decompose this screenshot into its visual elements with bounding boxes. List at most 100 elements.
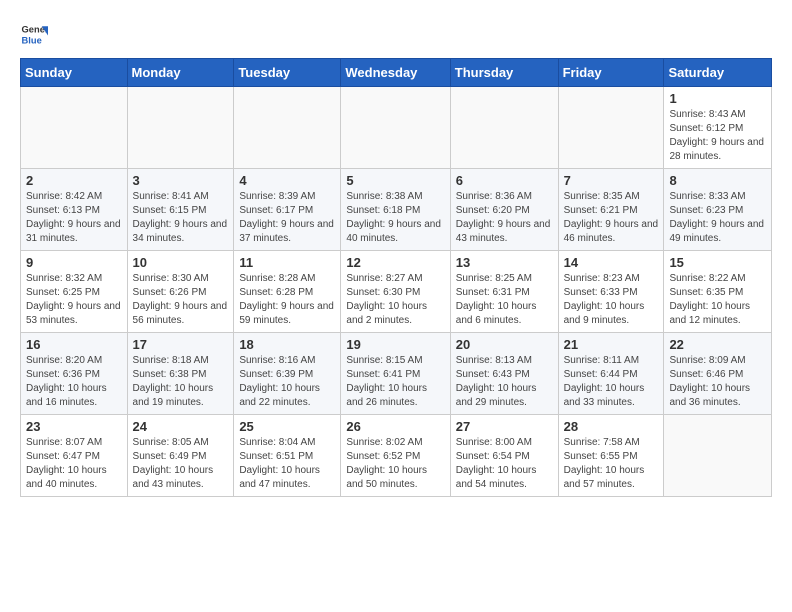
logo: General Blue	[20, 20, 52, 48]
day-info: Sunrise: 8:23 AM Sunset: 6:33 PM Dayligh…	[564, 272, 659, 328]
page-header: General Blue	[20, 20, 772, 48]
day-number: 13	[456, 255, 553, 270]
day-number: 12	[346, 255, 444, 270]
day-cell: 15 Sunrise: 8:22 AM Sunset: 6:35 PM Dayli…	[664, 251, 772, 333]
day-number: 9	[26, 255, 122, 270]
day-cell: 2 Sunrise: 8:42 AM Sunset: 6:13 PM Daylig…	[21, 169, 128, 251]
day-number: 10	[133, 255, 229, 270]
day-info: Sunrise: 8:36 AM Sunset: 6:20 PM Dayligh…	[456, 190, 553, 246]
day-info: Sunrise: 8:33 AM Sunset: 6:23 PM Dayligh…	[669, 190, 766, 246]
day-cell: 24 Sunrise: 8:05 AM Sunset: 6:49 PM Dayli…	[127, 415, 234, 497]
day-cell: 13Sunrise: 8:25 AM Sunset: 6:31 PM Dayli…	[450, 251, 558, 333]
day-info: Sunrise: 8:30 AM Sunset: 6:26 PM Dayligh…	[133, 272, 229, 328]
day-cell: 1 Sunrise: 8:43 AM Sunset: 6:12 PM Daylig…	[664, 87, 772, 169]
day-info: Sunrise: 8:09 AM Sunset: 6:46 PM Dayligh…	[669, 354, 766, 410]
day-info: Sunrise: 8:32 AM Sunset: 6:25 PM Dayligh…	[26, 272, 122, 328]
day-cell: 3 Sunrise: 8:41 AM Sunset: 6:15 PM Daylig…	[127, 169, 234, 251]
day-number: 1	[669, 91, 766, 106]
day-cell: 5 Sunrise: 8:38 AM Sunset: 6:18 PM Daylig…	[341, 169, 450, 251]
day-number: 11	[239, 255, 335, 270]
day-cell	[558, 87, 664, 169]
day-number: 18	[239, 337, 335, 352]
day-number: 17	[133, 337, 229, 352]
day-cell: 27 Sunrise: 8:00 AM Sunset: 6:54 PM Dayli…	[450, 415, 558, 497]
day-number: 19	[346, 337, 444, 352]
header-day-thursday: Thursday	[450, 59, 558, 87]
day-info: Sunrise: 8:20 AM Sunset: 6:36 PM Dayligh…	[26, 354, 122, 410]
day-number: 4	[239, 173, 335, 188]
day-number: 26	[346, 419, 444, 434]
day-number: 7	[564, 173, 659, 188]
day-number: 28	[564, 419, 659, 434]
day-cell: 11 Sunrise: 8:28 AM Sunset: 6:28 PM Dayli…	[234, 251, 341, 333]
day-number: 3	[133, 173, 229, 188]
day-info: Sunrise: 8:22 AM Sunset: 6:35 PM Dayligh…	[669, 272, 766, 328]
header-day-wednesday: Wednesday	[341, 59, 450, 87]
week-row-1: 2 Sunrise: 8:42 AM Sunset: 6:13 PM Daylig…	[21, 169, 772, 251]
day-number: 16	[26, 337, 122, 352]
calendar-table: SundayMondayTuesdayWednesdayThursdayFrid…	[20, 58, 772, 497]
day-info: Sunrise: 8:16 AM Sunset: 6:39 PM Dayligh…	[239, 354, 335, 410]
day-number: 15	[669, 255, 766, 270]
day-cell: 4 Sunrise: 8:39 AM Sunset: 6:17 PM Daylig…	[234, 169, 341, 251]
day-cell: 6 Sunrise: 8:36 AM Sunset: 6:20 PM Daylig…	[450, 169, 558, 251]
day-info: Sunrise: 8:41 AM Sunset: 6:15 PM Dayligh…	[133, 190, 229, 246]
day-cell: 12 Sunrise: 8:27 AM Sunset: 6:30 PM Dayli…	[341, 251, 450, 333]
day-info: Sunrise: 8:35 AM Sunset: 6:21 PM Dayligh…	[564, 190, 659, 246]
week-row-4: 23Sunrise: 8:07 AM Sunset: 6:47 PM Dayli…	[21, 415, 772, 497]
day-number: 14	[564, 255, 659, 270]
day-cell: 20 Sunrise: 8:13 AM Sunset: 6:43 PM Dayli…	[450, 333, 558, 415]
day-number: 25	[239, 419, 335, 434]
logo-icon: General Blue	[20, 20, 48, 48]
day-number: 6	[456, 173, 553, 188]
svg-text:Blue: Blue	[22, 35, 42, 45]
day-cell: 7 Sunrise: 8:35 AM Sunset: 6:21 PM Daylig…	[558, 169, 664, 251]
day-number: 27	[456, 419, 553, 434]
day-info: Sunrise: 8:05 AM Sunset: 6:49 PM Dayligh…	[133, 436, 229, 492]
day-cell: 10 Sunrise: 8:30 AM Sunset: 6:26 PM Dayli…	[127, 251, 234, 333]
day-number: 8	[669, 173, 766, 188]
day-cell	[664, 415, 772, 497]
day-info: Sunrise: 8:04 AM Sunset: 6:51 PM Dayligh…	[239, 436, 335, 492]
day-number: 22	[669, 337, 766, 352]
day-cell: 18 Sunrise: 8:16 AM Sunset: 6:39 PM Dayli…	[234, 333, 341, 415]
week-row-3: 16 Sunrise: 8:20 AM Sunset: 6:36 PM Dayli…	[21, 333, 772, 415]
header-day-sunday: Sunday	[21, 59, 128, 87]
day-number: 21	[564, 337, 659, 352]
day-info: Sunrise: 8:39 AM Sunset: 6:17 PM Dayligh…	[239, 190, 335, 246]
day-info: Sunrise: 8:43 AM Sunset: 6:12 PM Dayligh…	[669, 108, 766, 164]
day-cell: 8 Sunrise: 8:33 AM Sunset: 6:23 PM Daylig…	[664, 169, 772, 251]
week-row-0: 1 Sunrise: 8:43 AM Sunset: 6:12 PM Daylig…	[21, 87, 772, 169]
day-cell: 28 Sunrise: 7:58 AM Sunset: 6:55 PM Dayli…	[558, 415, 664, 497]
day-info: Sunrise: 8:15 AM Sunset: 6:41 PM Dayligh…	[346, 354, 444, 410]
day-cell: 19 Sunrise: 8:15 AM Sunset: 6:41 PM Dayli…	[341, 333, 450, 415]
day-info: Sunrise: 8:18 AM Sunset: 6:38 PM Dayligh…	[133, 354, 229, 410]
day-cell	[127, 87, 234, 169]
day-info: Sunrise: 8:11 AM Sunset: 6:44 PM Dayligh…	[564, 354, 659, 410]
day-number: 20	[456, 337, 553, 352]
day-info: Sunrise: 8:38 AM Sunset: 6:18 PM Dayligh…	[346, 190, 444, 246]
day-cell: 23Sunrise: 8:07 AM Sunset: 6:47 PM Dayli…	[21, 415, 128, 497]
day-cell: 16 Sunrise: 8:20 AM Sunset: 6:36 PM Dayli…	[21, 333, 128, 415]
day-info: Sunrise: 8:42 AM Sunset: 6:13 PM Dayligh…	[26, 190, 122, 246]
header-row: SundayMondayTuesdayWednesdayThursdayFrid…	[21, 59, 772, 87]
day-info: Sunrise: 7:58 AM Sunset: 6:55 PM Dayligh…	[564, 436, 659, 492]
day-number: 24	[133, 419, 229, 434]
day-cell: 26 Sunrise: 8:02 AM Sunset: 6:52 PM Dayli…	[341, 415, 450, 497]
day-cell	[450, 87, 558, 169]
day-cell	[21, 87, 128, 169]
day-info: Sunrise: 8:28 AM Sunset: 6:28 PM Dayligh…	[239, 272, 335, 328]
day-cell: 21 Sunrise: 8:11 AM Sunset: 6:44 PM Dayli…	[558, 333, 664, 415]
day-info: Sunrise: 8:02 AM Sunset: 6:52 PM Dayligh…	[346, 436, 444, 492]
header-day-saturday: Saturday	[664, 59, 772, 87]
day-number: 2	[26, 173, 122, 188]
day-info: Sunrise: 8:00 AM Sunset: 6:54 PM Dayligh…	[456, 436, 553, 492]
day-cell	[234, 87, 341, 169]
week-row-2: 9 Sunrise: 8:32 AM Sunset: 6:25 PM Daylig…	[21, 251, 772, 333]
day-info: Sunrise: 8:27 AM Sunset: 6:30 PM Dayligh…	[346, 272, 444, 328]
header-day-friday: Friday	[558, 59, 664, 87]
header-day-tuesday: Tuesday	[234, 59, 341, 87]
day-info: Sunrise: 8:13 AM Sunset: 6:43 PM Dayligh…	[456, 354, 553, 410]
day-number: 5	[346, 173, 444, 188]
header-day-monday: Monday	[127, 59, 234, 87]
